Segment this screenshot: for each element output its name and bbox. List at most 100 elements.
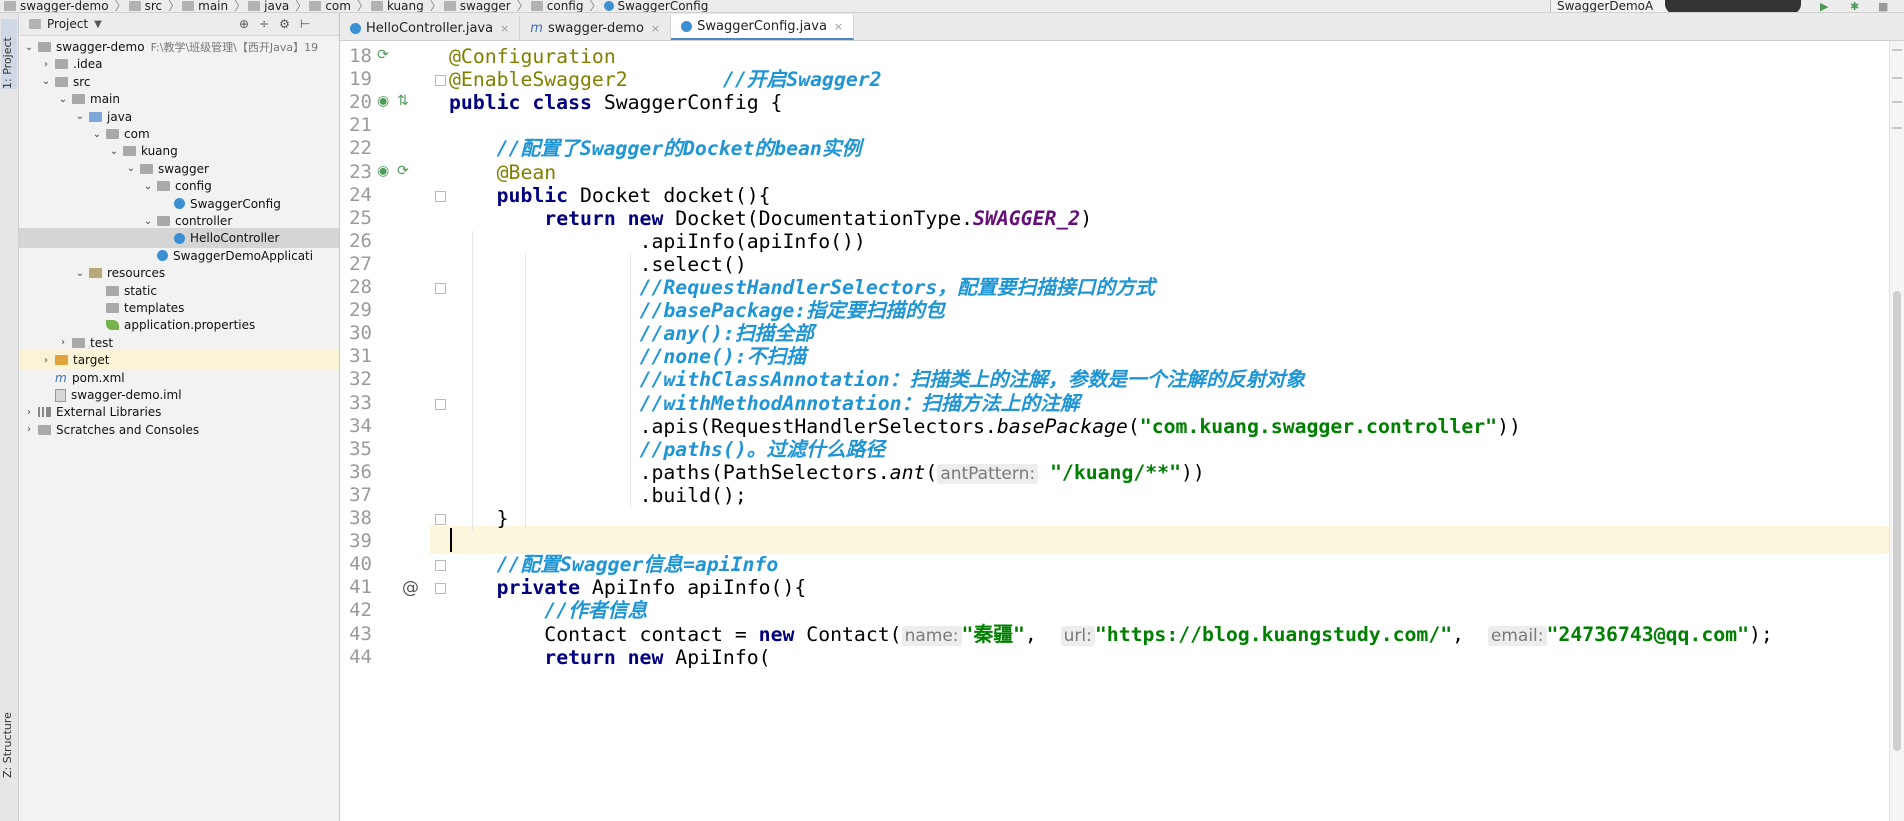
chevron-down-icon[interactable]: ⌄: [91, 129, 103, 140]
chevron-down-icon[interactable]: ⌄: [40, 76, 52, 87]
folder-icon: [72, 337, 85, 348]
spring-bean-icon[interactable]: ◉: [377, 163, 389, 179]
fold-marker[interactable]: [435, 283, 446, 294]
run-icon[interactable]: ▶: [1820, 0, 1832, 12]
project-tool-tab[interactable]: 1: Project: [1, 19, 17, 89]
tree-item[interactable]: › Scratches and Consoles: [19, 420, 339, 440]
code-token: public: [496, 183, 581, 207]
code-token: Contact contact =: [544, 622, 759, 646]
code-token: new: [758, 622, 807, 646]
code-token: Contact(: [806, 622, 902, 646]
fold-marker[interactable]: [435, 398, 446, 410]
editor-tab-label: SwaggerConfig.java: [697, 18, 827, 34]
chevron-down-icon[interactable]: ⌄: [74, 111, 86, 122]
gear-icon[interactable]: ⚙: [279, 17, 290, 31]
code-token: //none():不扫描: [639, 345, 807, 369]
close-icon[interactable]: ×: [834, 20, 843, 33]
class-icon: [681, 20, 693, 32]
editor-scrollbar[interactable]: [1889, 41, 1904, 821]
code-line[interactable]: }: [449, 505, 509, 533]
folder-icon: [123, 146, 136, 157]
tree-item-label: External Libraries: [56, 405, 162, 420]
code-line[interactable]: public class SwaggerConfig {: [449, 89, 782, 117]
folder-icon: [182, 0, 195, 11]
chevron-down-icon[interactable]: ⌄: [23, 42, 35, 53]
locate-icon[interactable]: ⊕: [239, 17, 249, 31]
folder-icon: [55, 59, 68, 70]
fold-marker[interactable]: [435, 75, 446, 87]
code-token: Docket(DocumentationType.: [675, 206, 974, 230]
code-token: @Configuration: [449, 45, 616, 68]
editor-tab[interactable]: m swagger-demo ×: [520, 16, 672, 40]
spring-bean-icon[interactable]: ⟳: [377, 47, 389, 63]
bean-navigation-icon[interactable]: ⟳: [397, 163, 409, 179]
code-token: "https://blog.kuangstudy.com/": [1094, 622, 1453, 646]
folder-icon: [38, 42, 51, 52]
breadcrumb-item[interactable]: com 〉: [309, 0, 369, 12]
code-token: //开启Swagger2: [722, 68, 882, 92]
breadcrumb-label: java: [264, 0, 290, 13]
project-panel-title[interactable]: Project: [47, 17, 88, 31]
breadcrumb-label: src: [144, 0, 163, 13]
code-line[interactable]: return new ApiInfo(: [449, 644, 770, 672]
breadcrumb-item[interactable]: src 〉: [128, 0, 181, 13]
code-editor[interactable]: 18 19 20 21 22 23 24 25 26 27 28 29 30 31 32 33 34 35 36 37…: [340, 41, 1904, 821]
hide-panel-icon[interactable]: ⊢: [300, 17, 310, 31]
class-icon: [174, 198, 185, 210]
chevron-down-icon[interactable]: ⌄: [142, 216, 154, 227]
stop-icon[interactable]: ■: [1878, 0, 1890, 12]
code-token: //any():扫描全部: [639, 322, 814, 346]
breadcrumb-item[interactable]: config 〉: [530, 0, 602, 12]
line-number: 42: [349, 599, 372, 622]
code-token: return new: [544, 645, 676, 669]
close-icon[interactable]: ×: [500, 22, 509, 35]
chevron-right-icon[interactable]: ›: [40, 355, 52, 366]
chevron-down-icon[interactable]: ⌄: [74, 268, 86, 279]
chevron-right-icon[interactable]: ›: [23, 407, 35, 418]
scrollbar-thumb[interactable]: [1893, 291, 1901, 751]
fold-marker[interactable]: [435, 514, 446, 525]
collapse-all-icon[interactable]: ÷: [259, 17, 269, 31]
breadcrumb-item[interactable]: main 〉: [182, 0, 246, 12]
chevron-down-icon[interactable]: ⌄: [142, 181, 154, 192]
chevron-down-icon[interactable]: ⌄: [108, 146, 120, 157]
editor-tab[interactable]: SwaggerConfig.java ×: [671, 14, 855, 40]
breadcrumb-item[interactable]: swagger 〉: [443, 0, 529, 12]
spring-config-icon[interactable]: ◉: [377, 93, 389, 109]
tree-item-label: main: [90, 92, 120, 107]
scratches-icon: [38, 424, 51, 435]
close-icon[interactable]: ×: [651, 22, 660, 35]
fold-marker[interactable]: [435, 190, 446, 202]
chevron-right-icon[interactable]: ›: [57, 337, 69, 348]
breadcrumb-item[interactable]: java 〉: [248, 0, 307, 13]
code-token: .select(): [639, 252, 747, 276]
fold-marker[interactable]: [435, 560, 446, 572]
chevron-right-icon[interactable]: ›: [23, 424, 35, 435]
breadcrumb-separator: 〉: [168, 0, 181, 13]
chevron-right-icon[interactable]: ›: [40, 59, 52, 70]
breadcrumb-item[interactable]: kuang 〉: [370, 0, 442, 12]
chevron-down-icon[interactable]: ▼: [94, 19, 102, 30]
editor-tab[interactable]: HelloController.java ×: [340, 16, 521, 40]
chevron-down-icon[interactable]: ⌄: [125, 163, 137, 174]
breadcrumb-item[interactable]: SwaggerConfig: [603, 0, 708, 12]
debug-icon[interactable]: ✱: [1850, 0, 1862, 12]
structure-tool-tab[interactable]: Z: Structure: [1, 698, 17, 778]
folder-icon: [55, 76, 68, 87]
breadcrumb-item[interactable]: swagger-demo 〉: [4, 0, 127, 12]
fold-marker[interactable]: [435, 583, 446, 595]
folder-icon: [530, 0, 543, 11]
line-number: 33: [349, 391, 372, 414]
tree-item-label: resources: [107, 266, 166, 281]
bean-navigation-icon[interactable]: ⇅: [397, 93, 409, 109]
tree-item-label: controller: [175, 214, 233, 228]
code-token: (: [1127, 414, 1140, 438]
chevron-down-icon[interactable]: ⌄: [57, 94, 69, 105]
annotation-icon[interactable]: @: [402, 578, 419, 598]
code-token: "秦疆": [961, 622, 1025, 646]
tree-item-label: pom.xml: [72, 370, 125, 385]
